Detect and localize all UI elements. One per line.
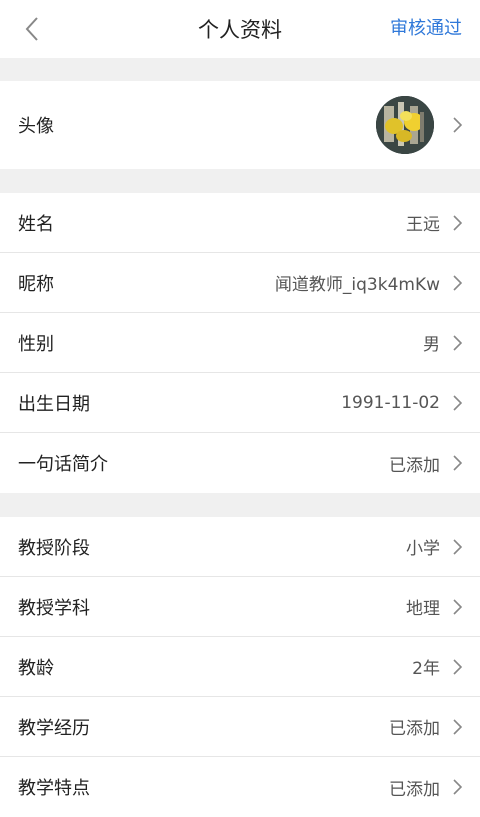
chevron-right-icon: [448, 538, 466, 556]
experience-value: 已添加: [389, 719, 440, 739]
subject-value: 地理: [406, 599, 440, 619]
birthday-row[interactable]: 出生日期 1991-11-02: [0, 373, 480, 433]
gender-row[interactable]: 性别 男: [0, 313, 480, 373]
teaching-info-section: 教授阶段 小学 教授学科 地理 教龄 2年 教学经历 已添加 教学特点 已添加: [0, 517, 480, 817]
basic-info-section: 姓名 王远 昵称 闻道教师_iq3k4mKw 性别 男 出生日期 1991-11…: [0, 193, 480, 493]
avatar-image: [376, 96, 434, 154]
intro-row[interactable]: 一句话简介 已添加: [0, 433, 480, 493]
name-row[interactable]: 姓名 王远: [0, 193, 480, 253]
nickname-label: 昵称: [18, 273, 54, 295]
experience-row[interactable]: 教学经历 已添加: [0, 697, 480, 757]
avatar-row[interactable]: 头像: [0, 81, 480, 169]
review-status-link[interactable]: 审核通过: [390, 0, 462, 58]
features-value: 已添加: [389, 779, 440, 800]
avatar: [376, 96, 434, 154]
stage-label: 教授阶段: [18, 537, 90, 559]
subject-row[interactable]: 教授学科 地理: [0, 577, 480, 637]
name-label: 姓名: [18, 213, 54, 235]
chevron-left-icon: [25, 17, 38, 41]
birthday-label: 出生日期: [18, 393, 90, 415]
nickname-row[interactable]: 昵称 闻道教师_iq3k4mKw: [0, 253, 480, 313]
features-row[interactable]: 教学特点 已添加: [0, 757, 480, 817]
experience-label: 教学经历: [18, 717, 90, 739]
chevron-right-icon: [448, 274, 466, 292]
stage-value: 小学: [406, 539, 440, 559]
nickname-value: 闻道教师_iq3k4mKw: [274, 275, 440, 295]
chevron-right-icon: [448, 214, 466, 232]
years-row[interactable]: 教龄 2年: [0, 637, 480, 697]
back-button[interactable]: [18, 15, 46, 43]
avatar-label: 头像: [18, 116, 54, 137]
chevron-right-icon: [448, 658, 466, 676]
chevron-right-icon: [448, 598, 466, 616]
chevron-right-icon: [448, 394, 466, 412]
chevron-right-icon: [448, 718, 466, 736]
chevron-right-icon: [448, 334, 466, 352]
subject-label: 教授学科: [18, 597, 90, 619]
name-value: 王远: [406, 215, 440, 235]
chevron-right-icon: [448, 778, 466, 796]
top-bar: 个人资料 审核通过: [0, 0, 480, 58]
page-title: 个人资料: [198, 18, 282, 42]
years-label: 教龄: [18, 657, 54, 679]
chevron-right-icon: [448, 454, 466, 472]
birthday-value: 1991-11-02: [341, 392, 440, 413]
years-value: 2年: [412, 659, 440, 679]
features-label: 教学特点: [18, 778, 90, 799]
gender-label: 性别: [18, 333, 54, 355]
avatar-section: 头像: [0, 81, 480, 169]
gender-value: 男: [423, 335, 440, 355]
stage-row[interactable]: 教授阶段 小学: [0, 517, 480, 577]
intro-label: 一句话简介: [18, 454, 108, 475]
intro-value: 已添加: [389, 455, 440, 476]
chevron-right-icon: [448, 116, 466, 134]
